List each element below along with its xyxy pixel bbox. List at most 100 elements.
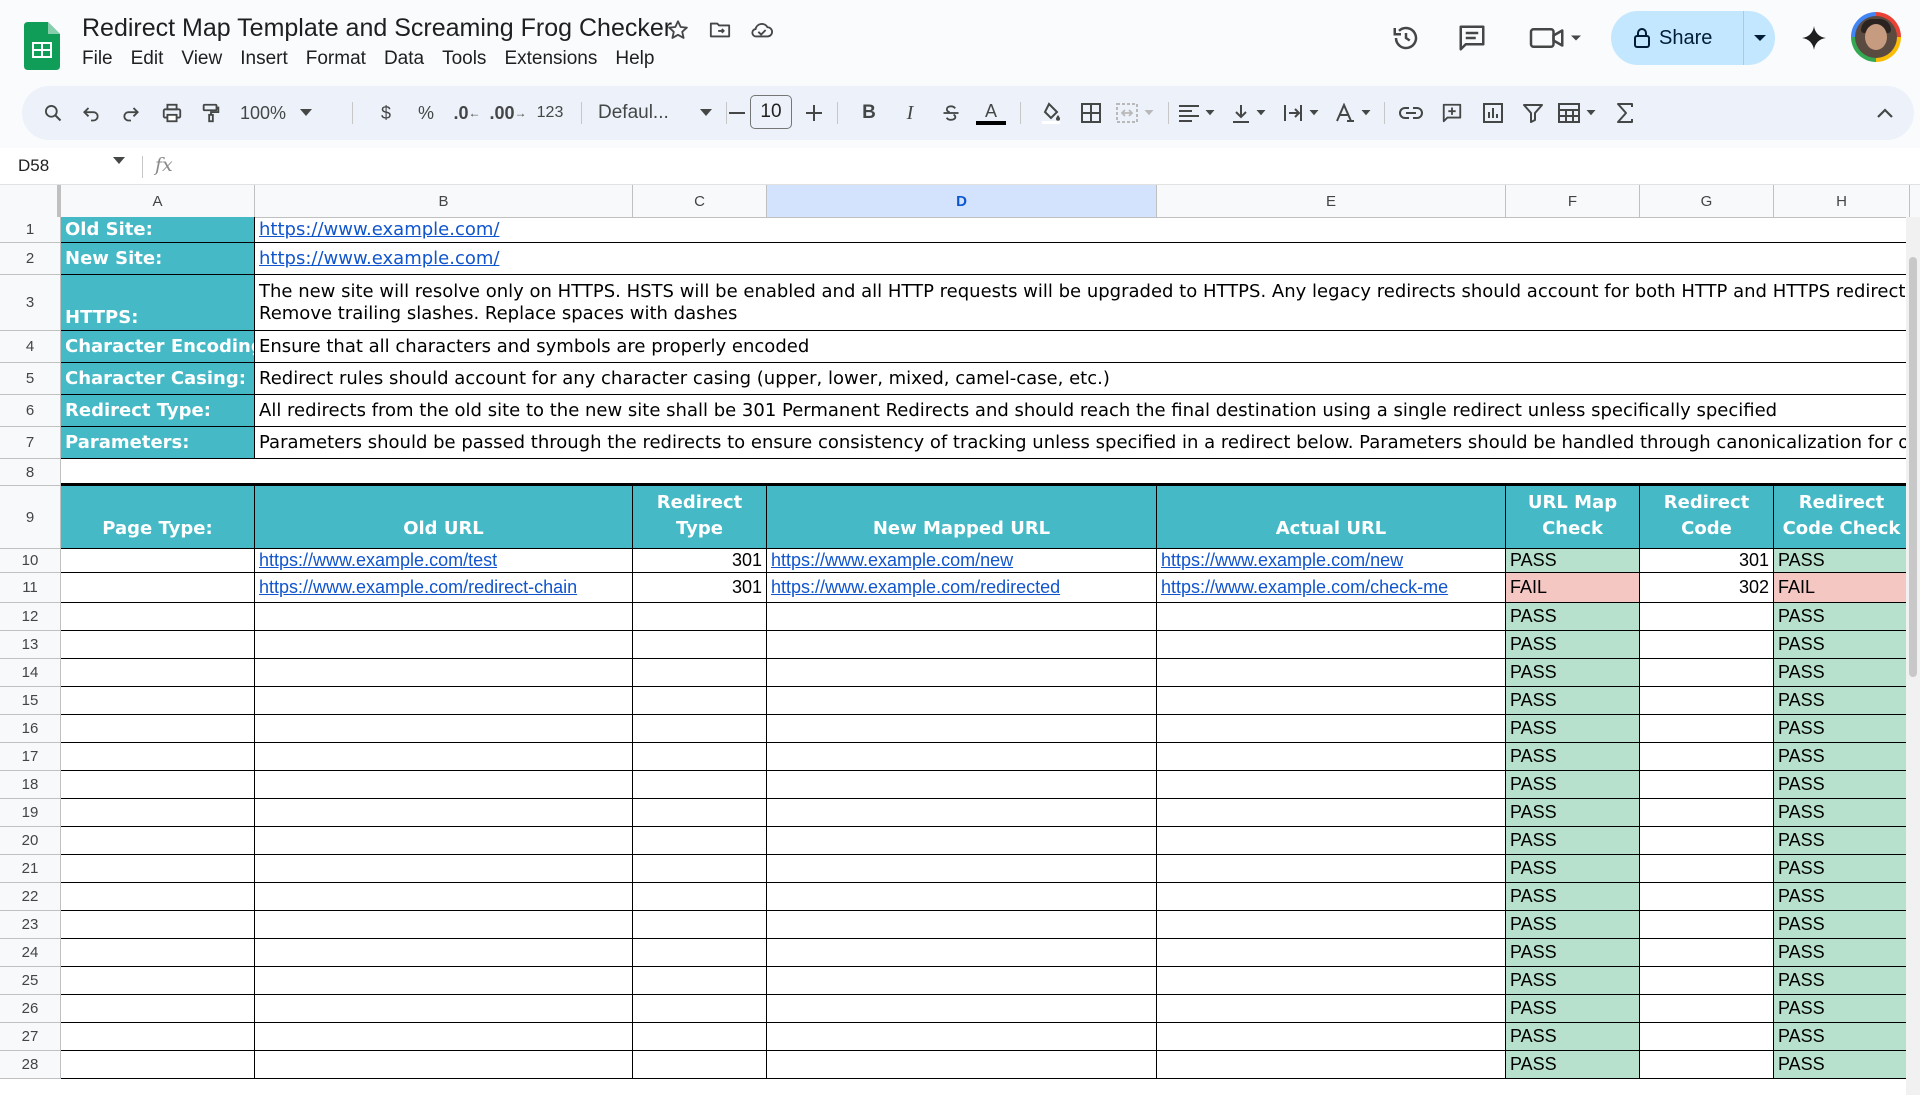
row-header-19[interactable]: 19 xyxy=(0,799,61,827)
page-type-cell[interactable] xyxy=(61,1023,255,1051)
new-mapped-url-cell[interactable] xyxy=(767,799,1157,827)
share-main-button[interactable]: Share xyxy=(1611,11,1743,65)
old-url-cell[interactable] xyxy=(255,855,633,883)
redirect-type-cell[interactable] xyxy=(633,911,767,939)
menu-insert[interactable]: Insert xyxy=(231,46,297,72)
menu-data[interactable]: Data xyxy=(375,46,433,72)
filter-icon[interactable] xyxy=(1516,86,1550,140)
format-percent-button[interactable]: % xyxy=(411,86,441,140)
primary-redirect-code-cell[interactable] xyxy=(1640,827,1774,855)
row-header-16[interactable]: 16 xyxy=(0,715,61,743)
column-header-c[interactable]: C xyxy=(633,185,767,217)
new-mapped-url-cell[interactable] xyxy=(767,911,1157,939)
redirect-code-check-cell[interactable]: PASS xyxy=(1774,939,1910,967)
redirect-type-cell[interactable] xyxy=(633,687,767,715)
new-mapped-url-cell[interactable] xyxy=(767,1023,1157,1051)
row-header-8[interactable]: 8 xyxy=(0,459,61,486)
sheets-logo-icon[interactable] xyxy=(24,22,68,82)
font-size-input[interactable]: 10 xyxy=(750,95,792,129)
redirect-type-cell[interactable]: 301 xyxy=(633,573,767,603)
primary-redirect-code-cell[interactable] xyxy=(1640,659,1774,687)
url-map-check-cell[interactable]: PASS xyxy=(1506,1023,1640,1051)
row-header-22[interactable]: 22 xyxy=(0,883,61,911)
row-header-11[interactable]: 11 xyxy=(0,573,61,603)
row-header-23[interactable]: 23 xyxy=(0,911,61,939)
menu-extensions[interactable]: Extensions xyxy=(495,46,606,72)
primary-redirect-code-cell[interactable] xyxy=(1640,911,1774,939)
redirect-type-cell[interactable] xyxy=(633,939,767,967)
page-type-cell[interactable] xyxy=(61,573,255,603)
primary-redirect-code-cell[interactable] xyxy=(1640,883,1774,911)
primary-redirect-code-cell[interactable] xyxy=(1640,995,1774,1023)
redirect-code-check-cell[interactable]: FAIL xyxy=(1774,573,1910,603)
page-type-cell[interactable] xyxy=(61,883,255,911)
insert-chart-icon[interactable] xyxy=(1476,86,1510,140)
italic-button[interactable]: I xyxy=(895,86,925,140)
row-header-3[interactable]: 3 xyxy=(0,275,61,331)
table-header-primary-redirect-code[interactable]: Primary Redirect Code xyxy=(1640,486,1774,549)
page-type-cell[interactable] xyxy=(61,939,255,967)
actual-url-cell[interactable] xyxy=(1157,687,1506,715)
setting-label[interactable]: Old Site: xyxy=(61,217,255,243)
url-map-check-cell[interactable]: FAIL xyxy=(1506,573,1640,603)
column-header-f[interactable]: F xyxy=(1506,185,1640,217)
actual-url-cell[interactable] xyxy=(1157,799,1506,827)
vertical-scrollbar[interactable] xyxy=(1906,217,1920,1095)
redirect-code-check-cell[interactable]: PASS xyxy=(1774,659,1910,687)
new-mapped-url-cell[interactable] xyxy=(767,659,1157,687)
redirect-code-check-cell[interactable]: PASS xyxy=(1774,771,1910,799)
page-type-cell[interactable] xyxy=(61,855,255,883)
merge-cells-icon[interactable] xyxy=(1110,86,1160,140)
row-header-25[interactable]: 25 xyxy=(0,967,61,995)
primary-redirect-code-cell[interactable] xyxy=(1640,715,1774,743)
setting-link[interactable]: https://www.example.com/ xyxy=(255,243,1910,275)
comments-icon[interactable] xyxy=(1450,16,1494,60)
redirect-type-cell[interactable] xyxy=(633,1023,767,1051)
more-formats-button[interactable]: 123 xyxy=(532,86,568,140)
row-header-15[interactable]: 15 xyxy=(0,687,61,715)
table-header-page-type[interactable]: Page Type: xyxy=(61,486,255,549)
page-type-cell[interactable] xyxy=(61,743,255,771)
meet-video-icon[interactable] xyxy=(1524,16,1588,60)
row-header-12[interactable]: 12 xyxy=(0,603,61,631)
url-map-check-cell[interactable]: PASS xyxy=(1506,995,1640,1023)
actual-url-cell[interactable] xyxy=(1157,967,1506,995)
old-url-cell[interactable] xyxy=(255,827,633,855)
actual-url-cell[interactable] xyxy=(1157,1051,1506,1079)
url-map-check-cell[interactable]: PASS xyxy=(1506,939,1640,967)
primary-redirect-code-cell[interactable] xyxy=(1640,1051,1774,1079)
primary-redirect-code-cell[interactable] xyxy=(1640,687,1774,715)
table-header-old-url[interactable]: Old URL xyxy=(255,486,633,549)
actual-url-cell[interactable] xyxy=(1157,855,1506,883)
old-url-cell[interactable] xyxy=(255,911,633,939)
move-to-folder-icon[interactable] xyxy=(704,14,736,46)
page-type-cell[interactable] xyxy=(61,771,255,799)
table-header-new-mapped-url[interactable]: New Mapped URL xyxy=(767,486,1157,549)
redirect-type-cell[interactable] xyxy=(633,743,767,771)
primary-redirect-code-cell[interactable] xyxy=(1640,967,1774,995)
increase-decimal-button[interactable]: .00 → xyxy=(488,86,528,140)
search-menus-icon[interactable] xyxy=(36,86,70,140)
old-url-cell[interactable] xyxy=(255,1051,633,1079)
url-map-check-cell[interactable]: PASS xyxy=(1506,827,1640,855)
new-mapped-url-cell[interactable] xyxy=(767,603,1157,631)
actual-url-cell[interactable] xyxy=(1157,995,1506,1023)
new-mapped-url-cell[interactable] xyxy=(767,855,1157,883)
url-map-check-cell[interactable]: PASS xyxy=(1506,687,1640,715)
setting-value[interactable]: Redirect rules should account for any ch… xyxy=(255,363,1910,395)
menu-help[interactable]: Help xyxy=(606,46,663,72)
old-url-cell[interactable] xyxy=(255,631,633,659)
row-header-20[interactable]: 20 xyxy=(0,827,61,855)
redirect-code-check-cell[interactable]: PASS xyxy=(1774,967,1910,995)
actual-url-cell[interactable]: https://www.example.com/check-me xyxy=(1157,573,1506,603)
zoom-select[interactable]: 100% xyxy=(240,86,318,140)
primary-redirect-code-cell[interactable] xyxy=(1640,855,1774,883)
redirect-type-cell[interactable] xyxy=(633,967,767,995)
print-icon[interactable] xyxy=(155,86,189,140)
borders-icon[interactable] xyxy=(1074,86,1108,140)
old-url-cell[interactable] xyxy=(255,743,633,771)
row-header-28[interactable]: 28 xyxy=(0,1051,61,1079)
old-url-cell[interactable]: https://www.example.com/test xyxy=(255,549,633,573)
avatar[interactable] xyxy=(1851,12,1901,62)
table-header-redirect-code-check[interactable]: Redirect Code Check xyxy=(1774,486,1910,549)
